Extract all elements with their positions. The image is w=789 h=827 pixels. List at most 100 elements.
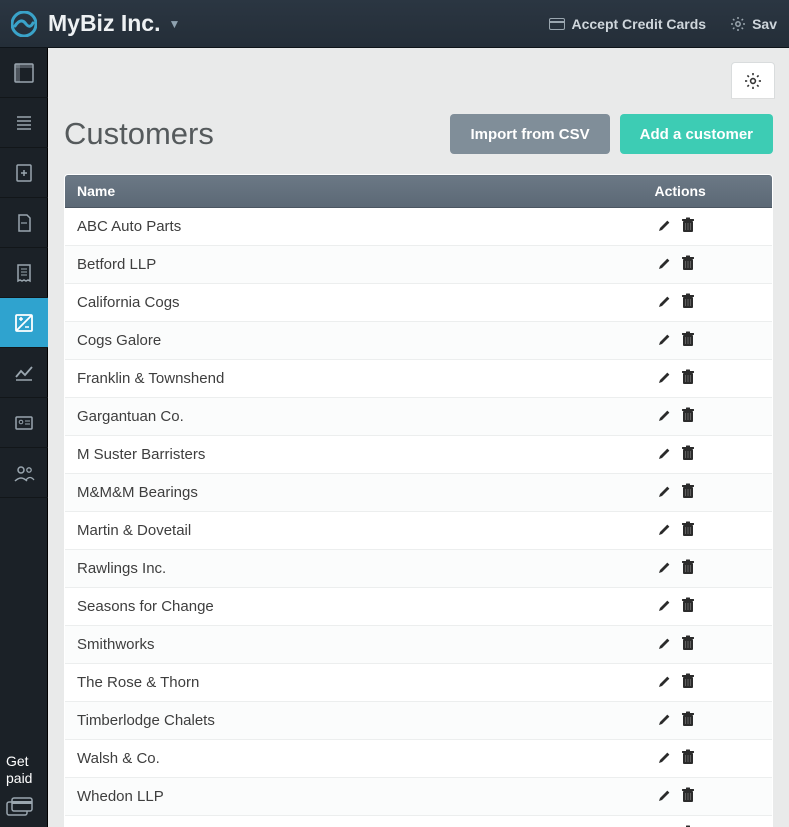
get-paid-promo[interactable]: Get paid <box>0 745 47 797</box>
edit-icon[interactable] <box>655 445 673 463</box>
edit-icon[interactable] <box>655 559 673 577</box>
table-row: M Suster Barristers <box>65 436 773 474</box>
receipt-icon <box>14 263 34 283</box>
table-row: M&M&M Bearings <box>65 474 773 512</box>
customer-name[interactable]: Widgets R Us <box>65 816 643 827</box>
trash-icon[interactable] <box>679 634 697 652</box>
sidebar: Get paid <box>0 48 48 827</box>
sidebar-item-business-card[interactable] <box>0 398 48 448</box>
customer-name[interactable]: Gargantuan Co. <box>65 398 643 436</box>
save-label: Sav <box>752 16 777 32</box>
table-row: Seasons for Change <box>65 588 773 626</box>
customer-name[interactable]: Franklin & Townshend <box>65 360 643 398</box>
sidebar-item-payroll[interactable] <box>0 448 48 498</box>
save-link[interactable]: Sav <box>718 0 789 48</box>
settings-tab[interactable] <box>731 62 775 98</box>
row-actions <box>643 246 773 284</box>
trash-icon[interactable] <box>679 710 697 728</box>
customers-table: Name Actions ABC Auto Parts Betford LLP … <box>64 174 773 827</box>
customer-name[interactable]: ABC Auto Parts <box>65 208 643 246</box>
customer-name[interactable]: Betford LLP <box>65 246 643 284</box>
customer-name[interactable]: Timberlodge Chalets <box>65 702 643 740</box>
customer-name[interactable]: Cogs Galore <box>65 322 643 360</box>
table-row: ABC Auto Parts <box>65 208 773 246</box>
edit-icon[interactable] <box>655 331 673 349</box>
table-row: The Rose & Thorn <box>65 664 773 702</box>
customer-name[interactable]: The Rose & Thorn <box>65 664 643 702</box>
id-card-icon <box>14 413 34 433</box>
import-csv-button[interactable]: Import from CSV <box>450 114 609 154</box>
add-customer-button[interactable]: Add a customer <box>620 114 773 154</box>
chevron-down-icon: ▼ <box>168 17 180 31</box>
trash-icon[interactable] <box>679 254 697 272</box>
trash-icon[interactable] <box>679 406 697 424</box>
chart-icon <box>14 363 34 383</box>
customer-name[interactable]: M Suster Barristers <box>65 436 643 474</box>
customer-name[interactable]: Martin & Dovetail <box>65 512 643 550</box>
table-row: Whedon LLP <box>65 778 773 816</box>
trash-icon[interactable] <box>679 748 697 766</box>
trash-icon[interactable] <box>679 482 697 500</box>
edit-icon[interactable] <box>655 293 673 311</box>
edit-icon[interactable] <box>655 217 673 235</box>
sidebar-item-add-invoice[interactable] <box>0 148 48 198</box>
edit-icon[interactable] <box>655 749 673 767</box>
trash-icon[interactable] <box>679 292 697 310</box>
trash-icon[interactable] <box>679 558 697 576</box>
sidebar-item-receipts[interactable] <box>0 248 48 298</box>
edit-icon[interactable] <box>655 597 673 615</box>
table-row: California Cogs <box>65 284 773 322</box>
trash-icon[interactable] <box>679 786 697 804</box>
customer-name[interactable]: Smithworks <box>65 626 643 664</box>
edit-icon[interactable] <box>655 255 673 273</box>
trash-icon[interactable] <box>679 368 697 386</box>
edit-icon[interactable] <box>655 521 673 539</box>
gear-icon <box>730 16 746 32</box>
row-actions <box>643 360 773 398</box>
edit-icon[interactable] <box>655 635 673 653</box>
sidebar-item-transactions[interactable] <box>0 98 48 148</box>
customer-name[interactable]: Rawlings Inc. <box>65 550 643 588</box>
trash-icon[interactable] <box>679 672 697 690</box>
credit-card-icon <box>549 18 565 30</box>
table-row: Timberlodge Chalets <box>65 702 773 740</box>
customer-name[interactable]: Whedon LLP <box>65 778 643 816</box>
edit-icon[interactable] <box>655 673 673 691</box>
get-paid-line1: Get <box>6 753 41 770</box>
plus-minus-icon <box>14 313 34 333</box>
sidebar-item-estimates[interactable] <box>0 198 48 248</box>
edit-icon[interactable] <box>655 407 673 425</box>
topbar: MyBiz Inc. ▼ Accept Credit Cards Sav <box>0 0 789 48</box>
customer-name[interactable]: Walsh & Co. <box>65 740 643 778</box>
customer-name[interactable]: M&M&M Bearings <box>65 474 643 512</box>
customer-name[interactable]: California Cogs <box>65 284 643 322</box>
trash-icon[interactable] <box>679 330 697 348</box>
sidebar-item-dashboard[interactable] <box>0 48 48 98</box>
row-actions <box>643 778 773 816</box>
table-row: Gargantuan Co. <box>65 398 773 436</box>
col-name[interactable]: Name <box>65 175 643 208</box>
app-logo[interactable] <box>0 0 48 48</box>
page-title: Customers <box>64 116 214 152</box>
edit-icon[interactable] <box>655 483 673 501</box>
accept-credit-cards-link[interactable]: Accept Credit Cards <box>537 0 718 48</box>
trash-icon[interactable] <box>679 444 697 462</box>
edit-icon[interactable] <box>655 787 673 805</box>
list-icon <box>14 113 34 133</box>
people-icon <box>13 463 35 483</box>
document-icon <box>14 213 34 233</box>
customer-name[interactable]: Seasons for Change <box>65 588 643 626</box>
sidebar-item-reports[interactable] <box>0 348 48 398</box>
trash-icon[interactable] <box>679 596 697 614</box>
row-actions <box>643 512 773 550</box>
trash-icon[interactable] <box>679 520 697 538</box>
trash-icon[interactable] <box>679 216 697 234</box>
edit-icon[interactable] <box>655 369 673 387</box>
row-actions <box>643 588 773 626</box>
sidebar-item-accounting[interactable] <box>0 298 48 348</box>
row-actions <box>643 702 773 740</box>
edit-icon[interactable] <box>655 711 673 729</box>
row-actions <box>643 626 773 664</box>
gear-icon <box>744 72 762 90</box>
company-switcher[interactable]: MyBiz Inc. ▼ <box>48 10 180 37</box>
